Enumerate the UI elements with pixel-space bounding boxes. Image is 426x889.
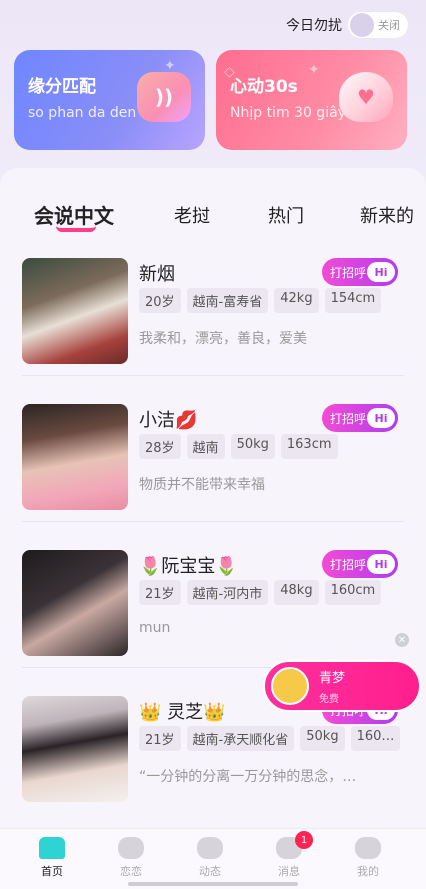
greet-button[interactable]: 打招呼 Hi — [322, 404, 398, 432]
tag-location: 越南-富寿省 — [186, 288, 269, 313]
tag-location: 越南-河内市 — [186, 580, 269, 605]
tag-age: 20岁 — [139, 288, 181, 313]
nav-home[interactable]: 首页 — [22, 837, 82, 879]
planet-icon — [197, 837, 223, 859]
profile-panel: 会说中文 老挝 热门 新来的 新烟 打招呼 Hi 20岁 越南-富寿省 42kg… — [0, 168, 426, 828]
greet-button[interactable]: 打招呼 Hi — [322, 550, 398, 578]
popup-avatar — [271, 667, 309, 705]
profile-tags: 20岁 越南-富寿省 42kg 154cm — [139, 288, 382, 313]
tab-new[interactable]: 新来的 — [360, 202, 414, 228]
match-banner[interactable]: 缘分匹配 so phan da den ✦ )) — [14, 50, 205, 150]
home-icon — [39, 837, 65, 859]
divider — [22, 375, 404, 376]
tab-laos[interactable]: 老挝 — [174, 202, 210, 228]
home-indicator — [128, 882, 298, 886]
nav-label: 首页 — [41, 865, 63, 878]
greet-label: 打招呼 — [330, 265, 367, 280]
popup-subtitle: 免费 — [319, 694, 339, 705]
dnd-toggle[interactable]: 关闭 — [348, 12, 408, 38]
category-tabs: 会说中文 老挝 热门 新来的 — [0, 198, 426, 238]
bottom-navigation: 首页 恋恋 动态 消息 1 我的 — [0, 828, 426, 889]
nav-messages[interactable]: 消息 1 — [259, 831, 319, 879]
tag-height: 160cm — [324, 580, 382, 605]
hi-badge: Hi — [367, 408, 395, 428]
greet-button[interactable]: 打招呼 Hi — [322, 258, 398, 286]
do-not-disturb: 今日勿扰 关闭 — [286, 12, 408, 38]
tag-weight: 50kg — [230, 434, 275, 459]
heart-icon: ♥ — [339, 72, 393, 122]
tag-weight: 50kg — [300, 726, 345, 751]
tag-age: 28岁 — [139, 434, 181, 459]
dnd-label: 今日勿扰 — [286, 18, 342, 34]
profile-card[interactable]: 新烟 打招呼 Hi 20岁 越南-富寿省 42kg 154cm 我柔和，漂亮，善… — [0, 258, 426, 404]
profile-bio: 我柔和，漂亮，善良，爱美 — [139, 331, 307, 347]
profile-bio: “一分钟的分离一万分钟的思念，… — [139, 769, 357, 785]
nav-profile[interactable]: 我的 — [338, 837, 398, 879]
heartbeat-banner[interactable]: 心动30s Nhịp tim 30 giây ✦ ◇ ♥ — [216, 50, 407, 150]
nav-label: 恋恋 — [120, 865, 142, 878]
tag-weight: 48kg — [274, 580, 319, 605]
greet-label: 打招呼 — [330, 557, 367, 572]
popup-close-icon[interactable]: ✕ — [395, 633, 409, 647]
hi-badge: Hi — [367, 262, 395, 282]
greet-label: 打招呼 — [330, 411, 367, 426]
profile-name: 👑 灵芝👑 — [139, 702, 226, 723]
tag-height: 163cm — [280, 434, 338, 459]
profile-tags: 28岁 越南 50kg 163cm — [139, 434, 338, 459]
chat-bubble-icon: )) — [137, 72, 191, 122]
nav-moments[interactable]: 动态 — [180, 837, 240, 879]
tag-location: 越南-承天顺化省 — [186, 726, 295, 751]
heart-pulse-icon — [118, 837, 144, 859]
hi-badge: Hi — [367, 554, 395, 574]
profile-bio: 物质并不能带来幸福 — [139, 477, 265, 493]
profile-tags: 21岁 越南-承天顺化省 50kg 160… — [139, 726, 401, 751]
tag-location: 越南 — [186, 434, 225, 459]
tag-height: 154cm — [324, 288, 382, 313]
nav-label: 动态 — [199, 865, 221, 878]
profile-name: 🌷阮宝宝🌷 — [139, 556, 238, 577]
profile-name: 新烟 — [139, 264, 175, 285]
match-popup[interactable]: 青梦 免费 — [263, 660, 421, 712]
tab-hot[interactable]: 热门 — [268, 202, 304, 228]
divider — [22, 521, 404, 522]
toggle-knob — [350, 13, 374, 37]
tag-height: 160… — [350, 726, 401, 751]
profile-card[interactable]: 小洁💋 打招呼 Hi 28岁 越南 50kg 163cm 物质并不能带来幸福 — [0, 404, 426, 550]
tag-age: 21岁 — [139, 726, 181, 751]
nav-label: 我的 — [357, 865, 379, 878]
profile-photo[interactable] — [22, 258, 128, 364]
active-tab-indicator — [56, 226, 96, 232]
profile-icon — [355, 837, 381, 859]
nav-label: 消息 — [278, 865, 300, 878]
profile-card[interactable]: 👑 灵芝👑 打招呼 Hi 21岁 越南-承天顺化省 50kg 160… “一分钟… — [0, 696, 426, 842]
profile-photo[interactable] — [22, 550, 128, 656]
profile-bio: mun — [139, 620, 171, 636]
nav-love[interactable]: 恋恋 — [101, 837, 161, 879]
tag-age: 21岁 — [139, 580, 181, 605]
profile-name: 小洁💋 — [139, 410, 198, 431]
dnd-state: 关闭 — [378, 19, 400, 32]
tag-weight: 42kg — [274, 288, 319, 313]
popup-name: 青梦 — [319, 671, 346, 686]
profile-photo[interactable] — [22, 404, 128, 510]
unread-badge: 1 — [295, 831, 313, 849]
profile-photo[interactable] — [22, 696, 128, 802]
tab-chinese-speaking[interactable]: 会说中文 — [34, 200, 114, 229]
profile-tags: 21岁 越南-河内市 48kg 160cm — [139, 580, 382, 605]
